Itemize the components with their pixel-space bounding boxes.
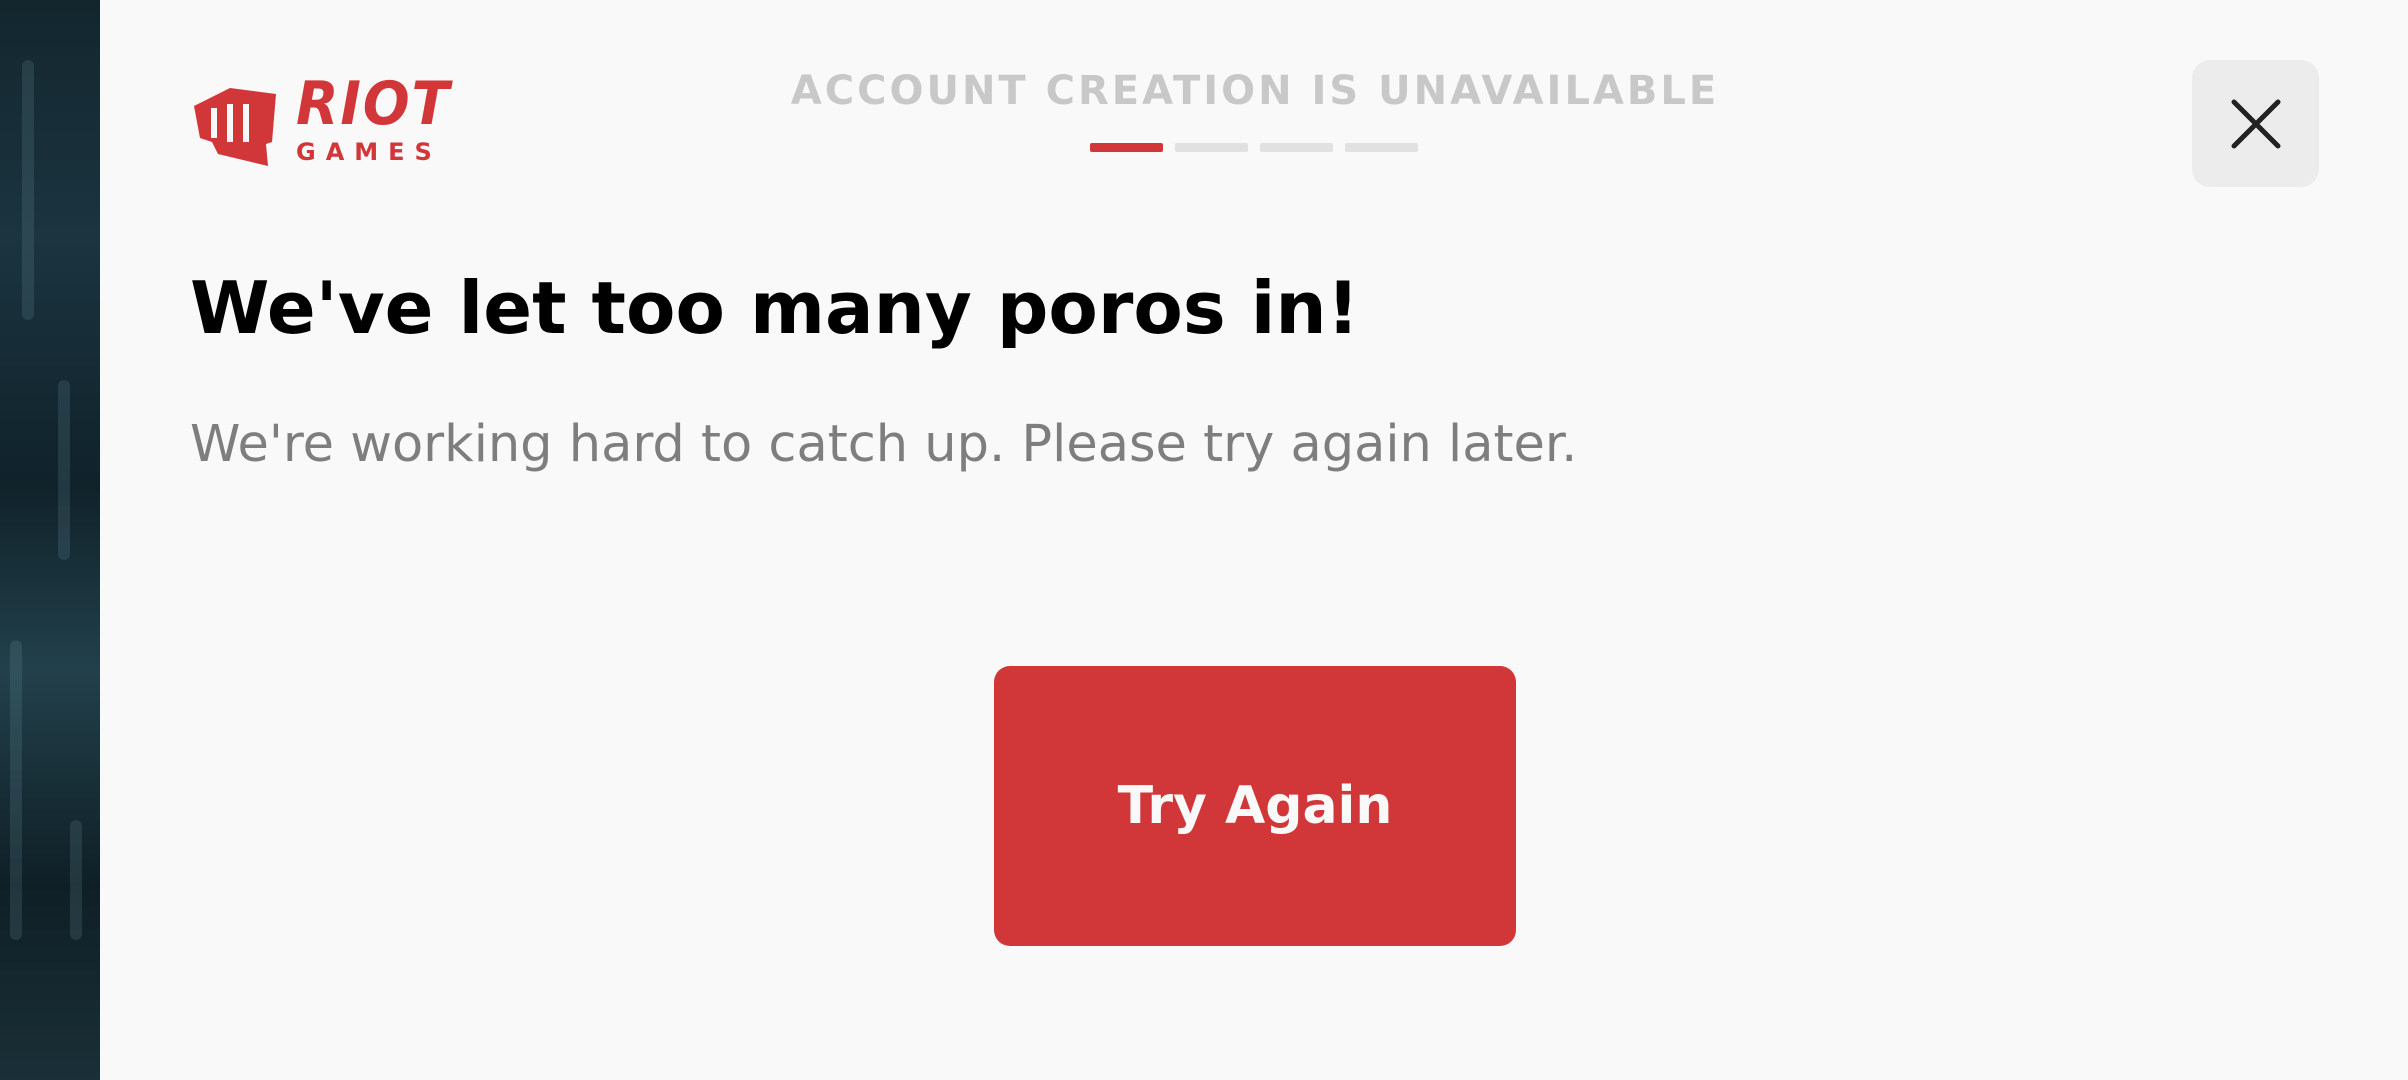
logo-games-text: GAMES xyxy=(296,138,442,166)
fist-icon xyxy=(194,88,276,166)
step-title: ACCOUNT CREATION IS UNAVAILABLE xyxy=(790,68,1720,114)
close-icon xyxy=(2231,99,2280,148)
progress-step-1-active xyxy=(1090,143,1163,152)
progress-step-3 xyxy=(1260,143,1333,152)
status-message: We're working hard to catch up. Please t… xyxy=(190,415,1578,474)
background-artwork-strip xyxy=(0,0,100,1080)
step-progress-indicator xyxy=(1090,143,1418,152)
try-again-button[interactable]: Try Again xyxy=(994,666,1516,946)
close-button[interactable] xyxy=(2192,60,2319,187)
logo-wordmark: RIOT GAMES xyxy=(296,74,480,170)
page-heading: We've let too many poros in! xyxy=(190,266,1360,350)
try-again-button-label: Try Again xyxy=(1117,776,1393,836)
progress-step-4 xyxy=(1345,143,1418,152)
logo-riot-text: RIOT xyxy=(296,69,451,139)
riot-games-logo: RIOT GAMES xyxy=(190,74,480,170)
progress-step-2 xyxy=(1175,143,1248,152)
